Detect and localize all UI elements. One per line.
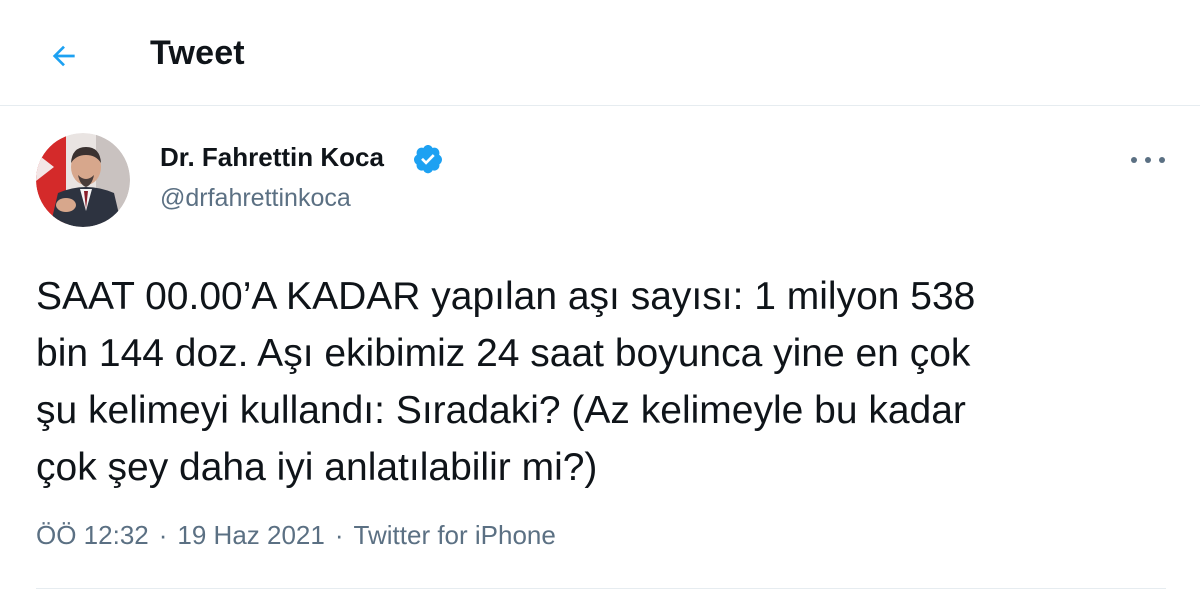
tweet-metadata: ÖÖ 12:32 · 19 Haz 2021 · Twitter for iPh…	[36, 520, 556, 551]
separator-dot: ·	[334, 520, 344, 550]
tweet-text: SAAT 00.00’A KADAR yapılan aşı sayısı: 1…	[36, 275, 976, 489]
separator-dot: ·	[158, 520, 168, 550]
verified-badge-icon	[414, 145, 442, 174]
page-header: Tweet	[0, 0, 1200, 106]
profile-photo	[36, 133, 130, 227]
arrow-left-icon	[52, 45, 75, 67]
tweet-source[interactable]: Twitter for iPhone	[354, 520, 556, 551]
divider	[36, 588, 1166, 589]
author-handle[interactable]: @drfahrettinkoca	[160, 184, 351, 213]
page-title: Tweet	[150, 34, 245, 72]
avatar[interactable]	[36, 133, 130, 227]
back-button[interactable]	[42, 36, 86, 76]
tweet-time[interactable]: ÖÖ 12:32	[36, 520, 149, 551]
author-display-name[interactable]: Dr. Fahrettin Koca	[160, 142, 384, 173]
tweet-date[interactable]: 19 Haz 2021	[177, 520, 324, 551]
more-options-button[interactable]	[1126, 144, 1170, 176]
more-horizontal-icon	[1131, 157, 1165, 163]
